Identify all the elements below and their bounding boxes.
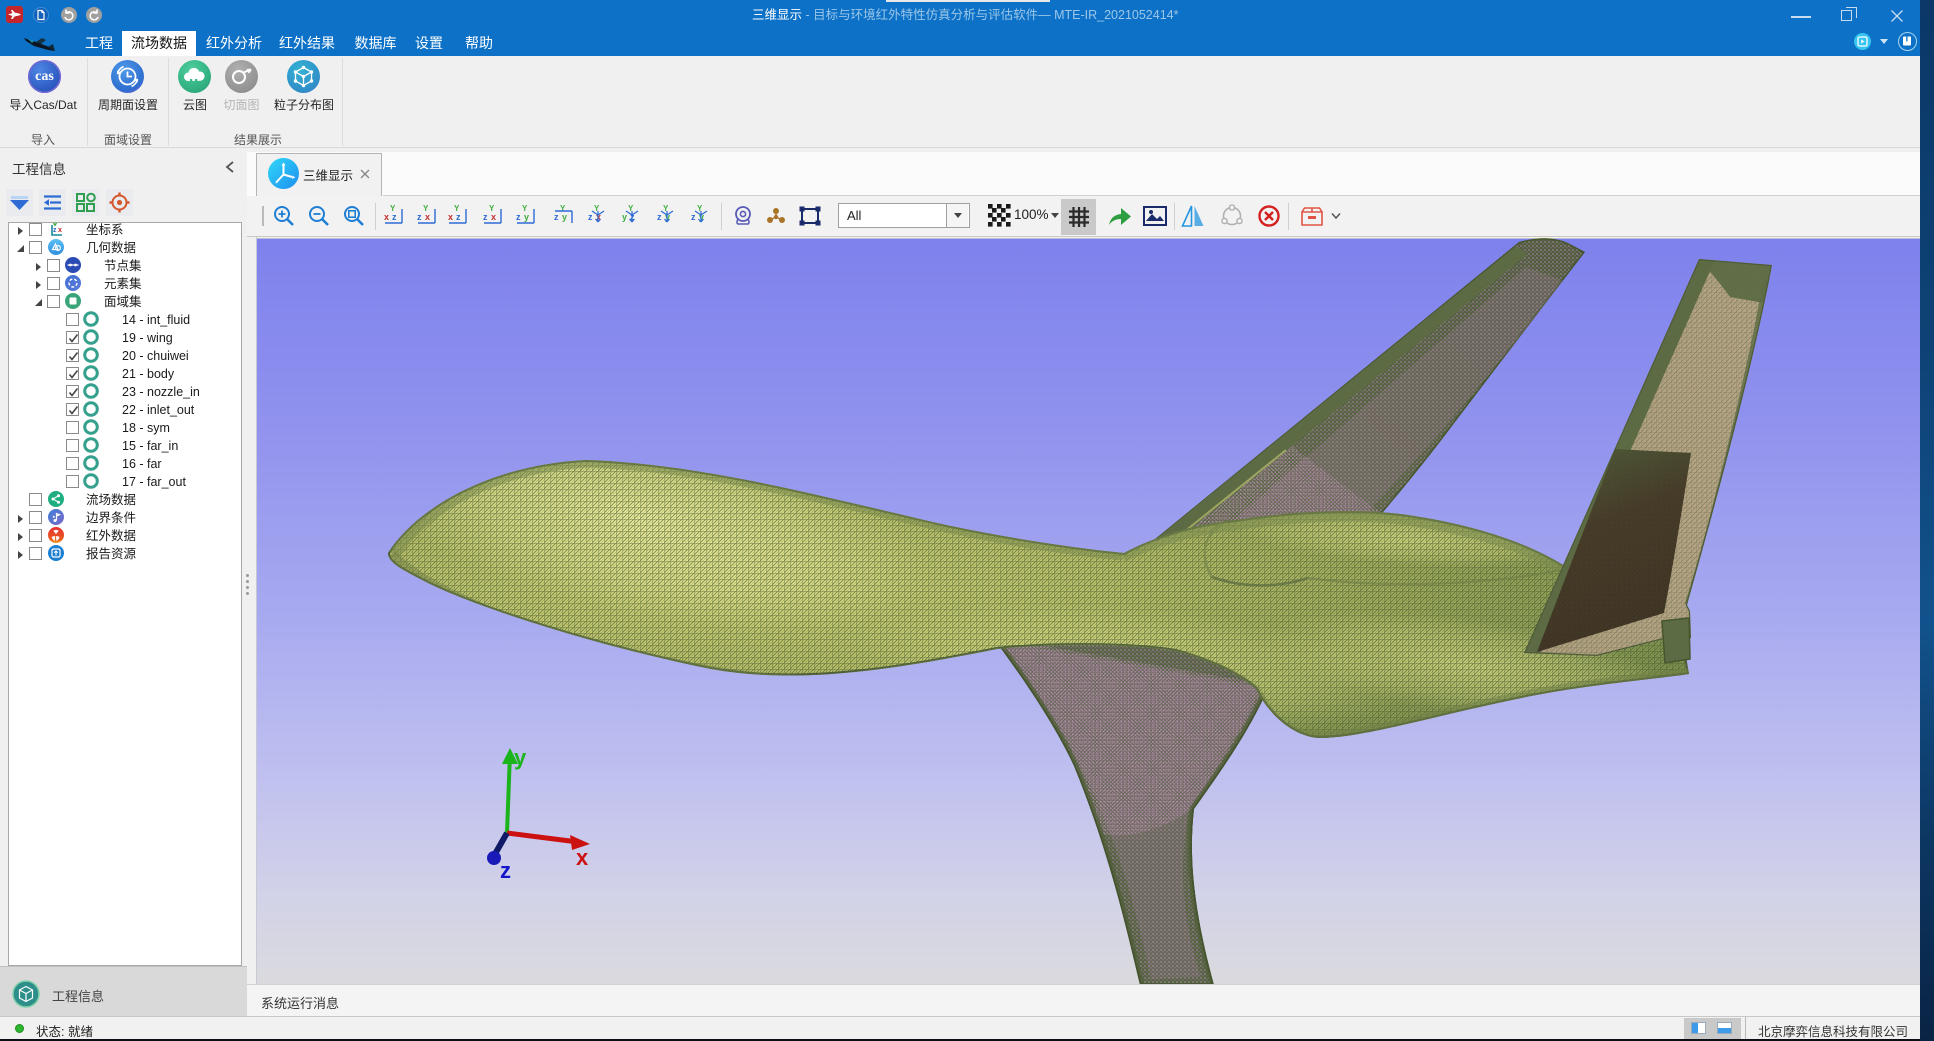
svg-text:z: z — [691, 212, 696, 222]
svg-text:Y: Y — [454, 204, 460, 213]
svg-text:z: z — [588, 212, 593, 222]
svg-text:z: z — [657, 212, 662, 222]
svg-text:z: z — [500, 858, 511, 883]
svg-text:z: z — [53, 227, 57, 234]
svg-text:x: x — [576, 845, 589, 870]
svg-text:Y: Y — [489, 204, 495, 213]
svg-text:y: y — [562, 212, 567, 222]
svg-text:z: z — [483, 212, 488, 222]
svg-text:Y: Y — [522, 204, 528, 213]
svg-text:x: x — [491, 212, 496, 222]
svg-text:Y: Y — [663, 204, 669, 213]
svg-text:x: x — [384, 212, 389, 222]
svg-text:x: x — [425, 212, 430, 222]
svg-text:y: y — [524, 212, 529, 222]
svg-text:x: x — [58, 227, 62, 234]
svg-text:z: z — [516, 212, 521, 222]
svg-text:y: y — [514, 745, 527, 770]
svg-text:x: x — [448, 212, 453, 222]
svg-text:Y: Y — [594, 204, 600, 213]
svg-text:Y: Y — [390, 204, 396, 213]
svg-text:z: z — [554, 212, 559, 222]
svg-text:y: y — [622, 212, 627, 222]
svg-text:Y: Y — [423, 204, 429, 213]
svg-text:z: z — [417, 212, 422, 222]
svg-text:Y: Y — [628, 204, 634, 213]
svg-text:z: z — [392, 212, 397, 222]
svg-text:z: z — [456, 212, 461, 222]
svg-text:Y: Y — [697, 204, 703, 213]
